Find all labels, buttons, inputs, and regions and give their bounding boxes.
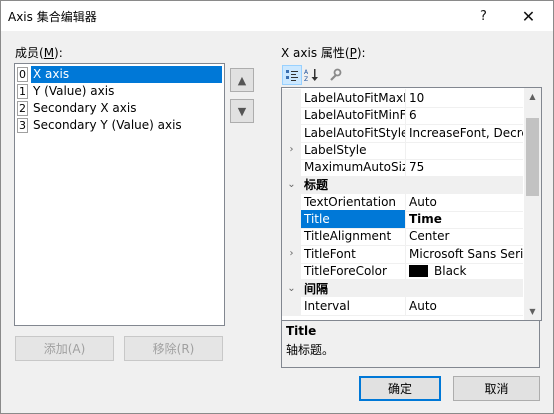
list-item-label: X axis — [31, 66, 222, 83]
property-category[interactable]: ⌄ 间隔 — [282, 279, 523, 298]
property-value[interactable] — [406, 141, 523, 159]
property-name: TitleForeColor — [301, 262, 406, 280]
arrow-down-icon: ▼ — [237, 104, 247, 118]
expand-icon[interactable]: › — [282, 140, 301, 159]
property-name: LabelStyle — [301, 140, 406, 159]
members-label: 成员(M): — [15, 46, 63, 60]
row-gutter — [282, 158, 301, 177]
alphabetical-view-button[interactable]: A Z — [302, 65, 322, 85]
arrow-up-icon: ▲ — [237, 73, 247, 87]
row-gutter — [282, 227, 301, 246]
property-name: Title — [301, 210, 406, 229]
property-row[interactable]: LabelAutoFitMaxF 10 — [282, 89, 523, 108]
categorized-view-button[interactable] — [282, 65, 302, 85]
property-name: LabelAutoFitStyle — [301, 123, 406, 142]
property-value[interactable]: Black — [406, 262, 523, 280]
property-value[interactable]: Auto — [406, 297, 523, 315]
property-name: TitleAlignment — [301, 227, 406, 246]
property-row[interactable]: TextOrientation Auto — [282, 192, 523, 212]
property-name: MaximumAutoSiz — [301, 158, 406, 177]
property-value[interactable]: Microsoft Sans Serif, 8 — [406, 245, 523, 263]
category-label: 间隔 — [304, 281, 329, 296]
property-name: TitleFont — [301, 244, 406, 263]
property-description-panel: Title 轴标题。 — [281, 320, 540, 368]
svg-text:A: A — [304, 69, 309, 76]
list-item[interactable]: 2 Secondary X axis — [17, 100, 222, 117]
property-category[interactable]: ⌄ 标题 — [282, 175, 523, 194]
sort-az-icon: A Z — [304, 69, 318, 82]
list-item-label: Secondary Y (Value) axis — [33, 118, 182, 132]
description-text: 轴标题。 — [286, 343, 335, 357]
property-pages-button[interactable] — [325, 65, 345, 85]
property-row[interactable]: Title Time — [282, 210, 523, 230]
move-up-button[interactable]: ▲ — [230, 68, 254, 92]
property-row[interactable]: LabelAutoFitMinF 6 — [282, 106, 523, 126]
property-value[interactable]: 6 — [406, 106, 523, 124]
property-name: TextOrientation — [301, 192, 406, 211]
scrollbar-thumb[interactable] — [526, 118, 539, 196]
list-item[interactable]: 1 Y (Value) axis — [17, 83, 222, 100]
wrench-icon — [330, 68, 342, 81]
list-item-index: 0 — [17, 67, 28, 82]
cancel-button[interactable]: 取消 — [453, 376, 540, 401]
property-row[interactable]: TitleForeColor Black — [282, 262, 523, 281]
members-list[interactable]: 0X axis 1 Y (Value) axis 2 Secondary X axis 3… — [14, 63, 225, 326]
row-gutter — [282, 123, 301, 142]
property-value[interactable]: 10 — [406, 89, 523, 107]
properties-label: X axis 属性(P): — [281, 46, 366, 60]
scroll-down-icon[interactable]: ▼ — [524, 303, 541, 320]
list-item-index: 1 — [17, 84, 28, 99]
color-swatch — [409, 265, 428, 277]
property-name: Interval — [301, 296, 406, 315]
property-grid[interactable]: LabelAutoFitMaxF 10 LabelAutoFitMinF 6 Label… — [281, 87, 542, 321]
row-gutter — [282, 106, 301, 125]
axis-collection-editor-dialog: Axis 集合编辑器 ? ✕ 成员(M): 0X axis 1 Y (Value) … — [0, 0, 554, 414]
description-title: Title — [286, 324, 317, 338]
category-label: 标题 — [304, 178, 329, 192]
property-row[interactable]: TitleAlignment Center — [282, 227, 523, 247]
property-value[interactable]: IncreaseFont, Decreas — [406, 124, 523, 142]
property-value[interactable]: Center — [406, 227, 523, 245]
remove-button[interactable]: 移除(R) — [124, 336, 223, 361]
list-item[interactable]: 0X axis — [17, 66, 222, 83]
svg-text:Z: Z — [304, 76, 308, 82]
row-gutter — [282, 192, 301, 211]
ok-button[interactable]: 确定 — [359, 376, 441, 401]
list-item[interactable]: 3 Secondary Y (Value) axis — [17, 117, 222, 134]
collapse-icon[interactable]: ⌄ — [282, 175, 301, 194]
collapse-icon[interactable]: ⌄ — [282, 279, 301, 298]
window-title: Axis 集合编辑器 — [8, 10, 97, 24]
property-row[interactable]: ›TitleFontMicrosoft Sans Serif, 8 — [282, 244, 523, 264]
categorized-icon — [286, 70, 298, 81]
property-value[interactable]: Auto — [406, 193, 523, 211]
help-button[interactable]: ? — [461, 1, 506, 31]
scroll-up-icon[interactable]: ▲ — [524, 88, 541, 105]
property-name: LabelAutoFitMinF — [301, 106, 406, 125]
row-gutter — [282, 210, 301, 229]
property-grid-toolbar: A Z — [281, 65, 342, 87]
property-row[interactable]: MaximumAutoSiz 75 — [282, 158, 523, 178]
close-button[interactable]: ✕ — [506, 1, 551, 31]
list-item-label: Y (Value) axis — [33, 84, 115, 98]
row-gutter — [282, 262, 301, 280]
property-row[interactable]: Interval Auto — [282, 296, 523, 316]
row-gutter — [282, 296, 301, 315]
add-button[interactable]: 添加(A) — [15, 336, 114, 361]
row-gutter — [282, 89, 301, 107]
expand-icon[interactable]: › — [282, 244, 301, 263]
property-grid-scrollbar[interactable]: ▲ ▼ — [524, 88, 541, 320]
title-bar: Axis 集合编辑器 ? ✕ — [1, 1, 553, 31]
list-item-index: 3 — [17, 118, 28, 133]
property-value[interactable]: 75 — [406, 158, 523, 176]
move-down-button[interactable]: ▼ — [230, 99, 254, 123]
property-name: LabelAutoFitMaxF — [301, 89, 406, 107]
property-row[interactable]: › LabelStyle — [282, 140, 523, 160]
property-row[interactable]: LabelAutoFitStyleIncreaseFont, Decreas — [282, 123, 523, 143]
list-item-label: Secondary X axis — [33, 101, 137, 115]
property-value[interactable]: Time — [406, 210, 523, 228]
list-item-index: 2 — [17, 101, 28, 116]
color-name: Black — [434, 264, 467, 278]
